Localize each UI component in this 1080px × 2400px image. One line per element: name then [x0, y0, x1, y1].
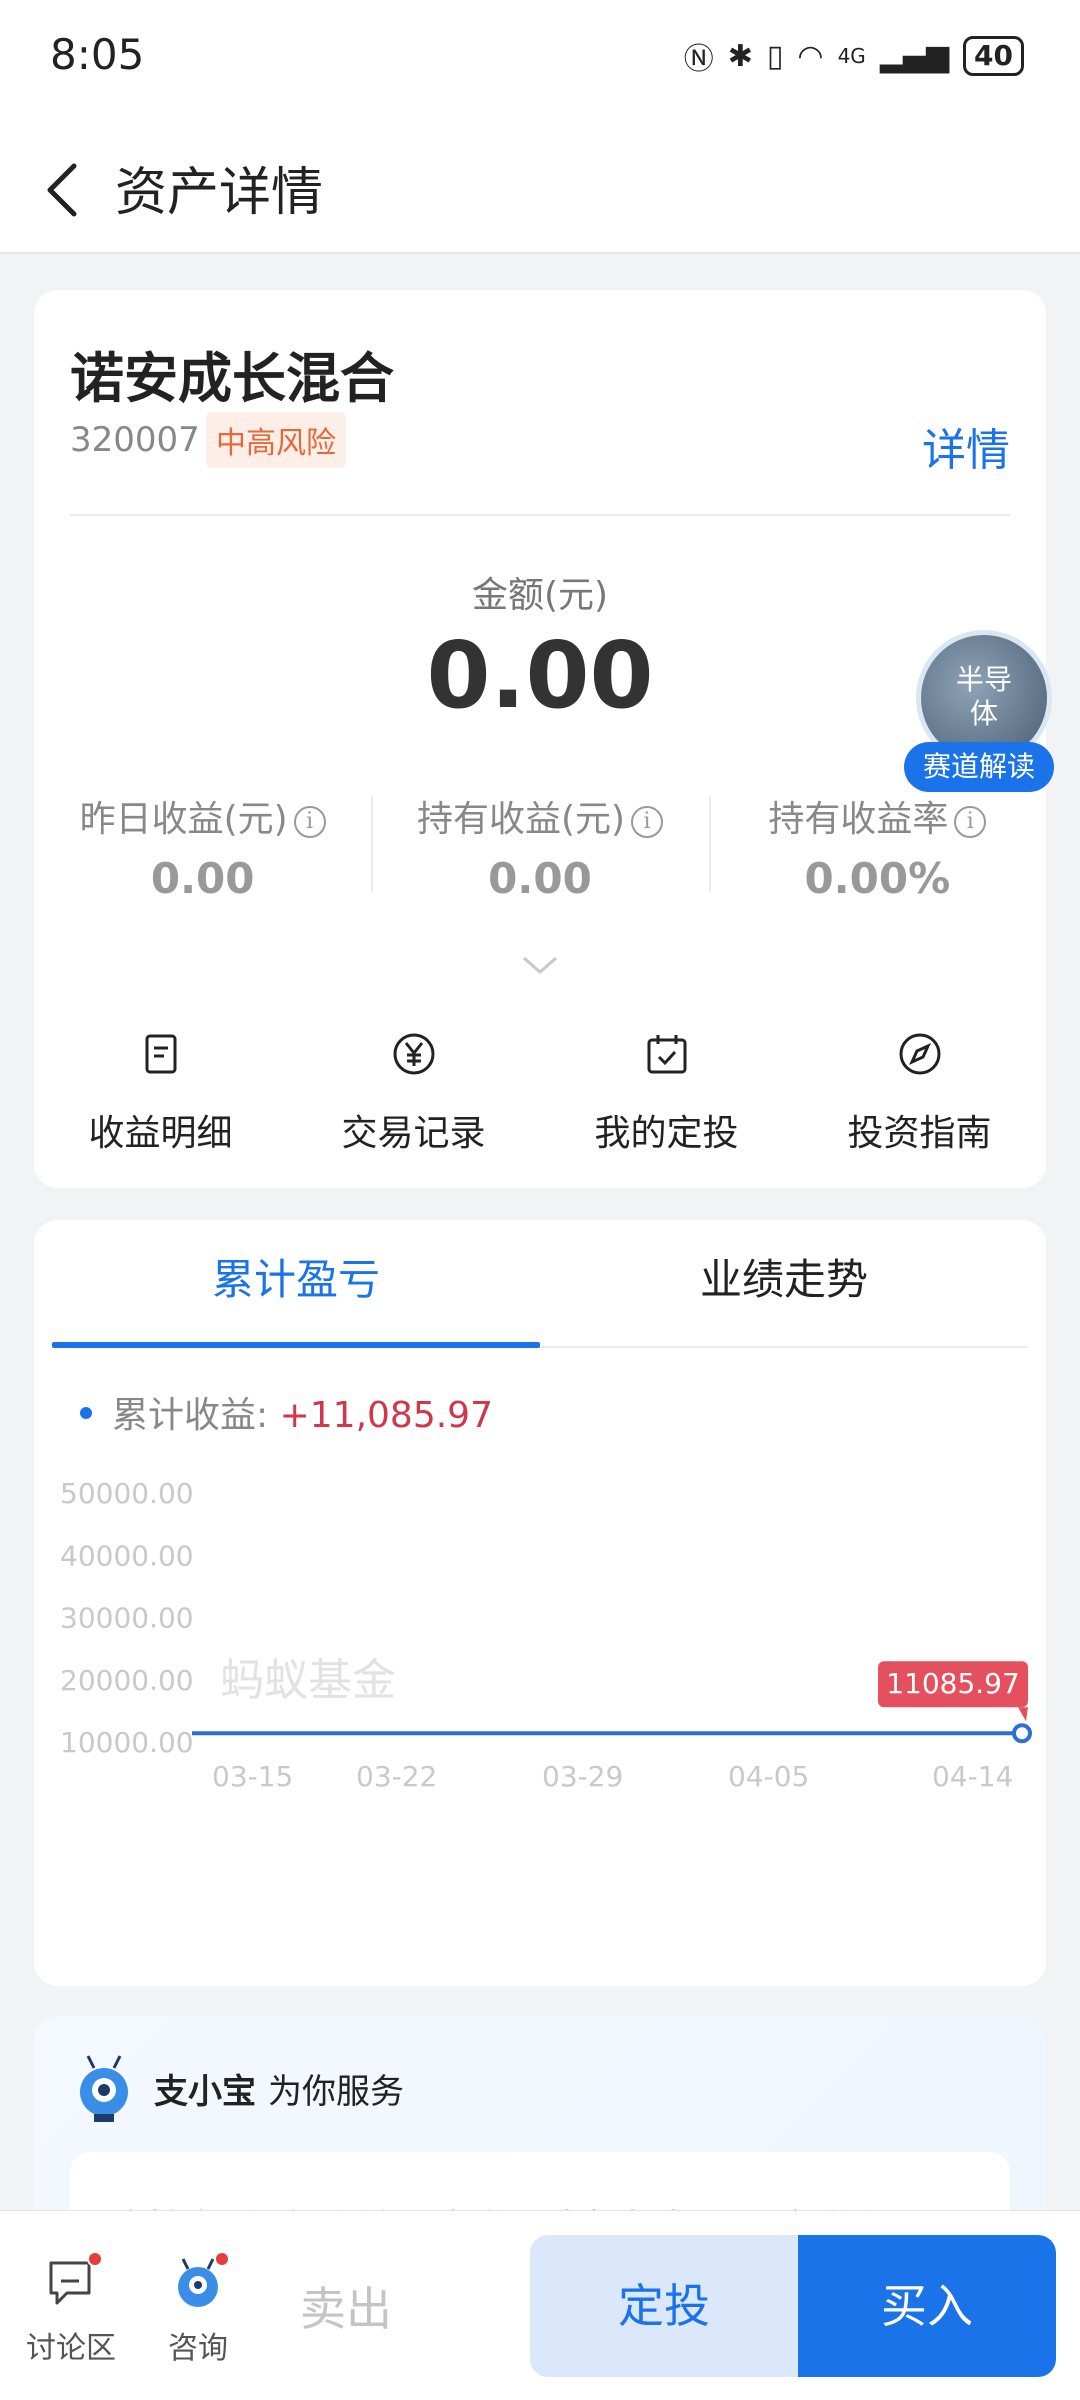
calendar-icon	[647, 1035, 686, 1074]
discuss-button[interactable]: 讨论区	[26, 2251, 116, 2367]
nfc-icon: Ⓝ	[683, 42, 714, 77]
y-tick-label: 20000.00	[60, 1664, 194, 1697]
assistant-icon	[170, 2251, 230, 2311]
info-icon[interactable]: i	[293, 806, 326, 838]
legend-dot	[80, 1407, 92, 1419]
assistant-avatar-icon	[80, 2055, 128, 2122]
divider	[70, 514, 1010, 516]
back-arrow-icon[interactable]	[40, 160, 90, 220]
x-tick-label: 03-15	[212, 1760, 293, 1793]
stat-label: 昨日收益(元)	[79, 799, 288, 840]
consult-button[interactable]: 咨询	[168, 2251, 230, 2367]
y-tick-label: 40000.00	[60, 1539, 194, 1572]
bottom-action-bar: 讨论区 咨询 卖出 定投 买入	[0, 2210, 1080, 2400]
stat-value: 0.00	[150, 854, 255, 903]
notification-dot	[214, 2251, 230, 2267]
info-icon[interactable]: i	[631, 806, 664, 838]
stat-label: 持有收益率	[768, 799, 949, 840]
action-my-plan[interactable]: 我的定投	[540, 1030, 793, 1154]
action-label: 交易记录	[341, 1113, 486, 1154]
x-tick-label: 04-14	[932, 1760, 1013, 1793]
action-invest-guide[interactable]: 投资指南	[793, 1030, 1046, 1154]
stat-value: 0.00	[488, 854, 592, 903]
chart-watermark: 蚂蚁基金	[220, 1655, 396, 1706]
network-label: 4G	[837, 44, 866, 68]
cumulative-label: 累计收益:	[112, 1395, 269, 1436]
chart-card: 累计盈亏 业绩走势 累计收益: +11,085.97 50000.00 40000…	[34, 1220, 1046, 1986]
stat-yesterday: 昨日收益(元) i 0.00	[34, 790, 371, 903]
track-badge[interactable]: 半导体 赛道解读	[900, 630, 1060, 792]
action-income-detail[interactable]: 收益明细	[34, 1030, 287, 1154]
action-row: 收益明细 交易记录 我的定投 投资指南	[34, 1030, 1046, 1154]
y-tick-label: 30000.00	[60, 1602, 194, 1635]
action-label: 我的定投	[594, 1113, 739, 1154]
last-value-label: 11085.97	[886, 1667, 1020, 1700]
assistant-name: 支小宝	[154, 2072, 256, 2112]
stat-holding: 持有收益(元) i 0.00	[371, 790, 708, 903]
action-label: 投资指南	[847, 1113, 992, 1154]
document-icon	[145, 1034, 176, 1074]
action-label: 收益明细	[88, 1113, 233, 1154]
x-tick-label: 04-05	[728, 1760, 809, 1793]
sell-button[interactable]: 卖出	[300, 2273, 392, 2339]
status-time: 8:05	[50, 30, 145, 79]
tab-cumulative-pnl[interactable]: 累计盈亏	[52, 1220, 540, 1348]
fund-name: 诺安成长混合	[70, 347, 394, 410]
page-title: 资产详情	[115, 163, 324, 223]
risk-badge: 中高风险	[206, 412, 346, 468]
track-circle-text: 半导体	[955, 663, 1012, 730]
status-icons: Ⓝ ✱ ▯ ◠ 4G ▂▄▆ 40	[684, 34, 1024, 78]
buy-button[interactable]: 买入	[798, 2235, 1056, 2377]
consult-label: 咨询	[168, 2331, 228, 2366]
plan-button[interactable]: 定投	[530, 2235, 798, 2377]
info-icon[interactable]: i	[954, 806, 987, 838]
discuss-label: 讨论区	[26, 2331, 116, 2366]
chart-tabs: 累计盈亏 业绩走势	[52, 1220, 1028, 1348]
amount-value: 0.00	[426, 622, 654, 729]
action-trade-record[interactable]: 交易记录	[287, 1030, 540, 1154]
assistant-subtitle: 为你服务	[268, 2072, 404, 2112]
nav-bar: 资产详情	[0, 118, 1080, 254]
compass-icon	[899, 1033, 940, 1075]
asset-card: 诺安成长混合 320007 中高风险 详情 金额(元) 0.00 半导体 赛道解…	[34, 290, 1054, 1188]
bluetooth-icon: ✱	[727, 38, 753, 74]
vibrate-icon: ▯	[766, 38, 784, 74]
y-tick-label: 10000.00	[60, 1726, 194, 1759]
battery-icon: 40	[963, 36, 1024, 76]
amount-label: 金额(元)	[471, 575, 609, 616]
x-tick-label: 03-29	[542, 1760, 623, 1793]
tab-performance-trend[interactable]: 业绩走势	[540, 1220, 1028, 1346]
fund-code: 320007	[70, 420, 200, 460]
cumulative-chart: 50000.00 40000.00 30000.00 20000.00 10000.00…	[60, 1477, 1032, 1793]
status-bar: 8:05 Ⓝ ✱ ▯ ◠ 4G ▂▄▆ 40	[0, 0, 1080, 118]
value-label-pointer	[1018, 1707, 1028, 1722]
stat-label: 持有收益(元)	[416, 799, 626, 840]
signal-icon: ▂▄▆	[879, 38, 950, 74]
track-label: 赛道解读	[904, 742, 1054, 792]
cumulative-value: +11,085.97	[279, 1395, 493, 1436]
y-tick-label: 50000.00	[60, 1477, 194, 1510]
wifi-icon: ◠	[797, 38, 824, 74]
last-point-marker	[1012, 1723, 1032, 1744]
stat-value: 0.00%	[804, 854, 951, 903]
notification-dot	[87, 2251, 103, 2267]
x-tick-label: 03-22	[356, 1760, 437, 1793]
chevron-down-icon[interactable]	[520, 954, 560, 978]
stat-rate: 持有收益率 i 0.00%	[708, 790, 1046, 903]
stats-row: 昨日收益(元) i 0.00 持有收益(元) i 0.00 持有收益率 i 0.00%	[34, 790, 1046, 903]
detail-link[interactable]: 详情	[922, 414, 1010, 478]
chat-icon	[43, 2251, 103, 2311]
cumulative-row: 累计收益: +11,085.97	[80, 1386, 493, 1438]
assistant-title: 支小宝 为你服务	[154, 2064, 404, 2113]
yuan-icon	[393, 1033, 434, 1075]
